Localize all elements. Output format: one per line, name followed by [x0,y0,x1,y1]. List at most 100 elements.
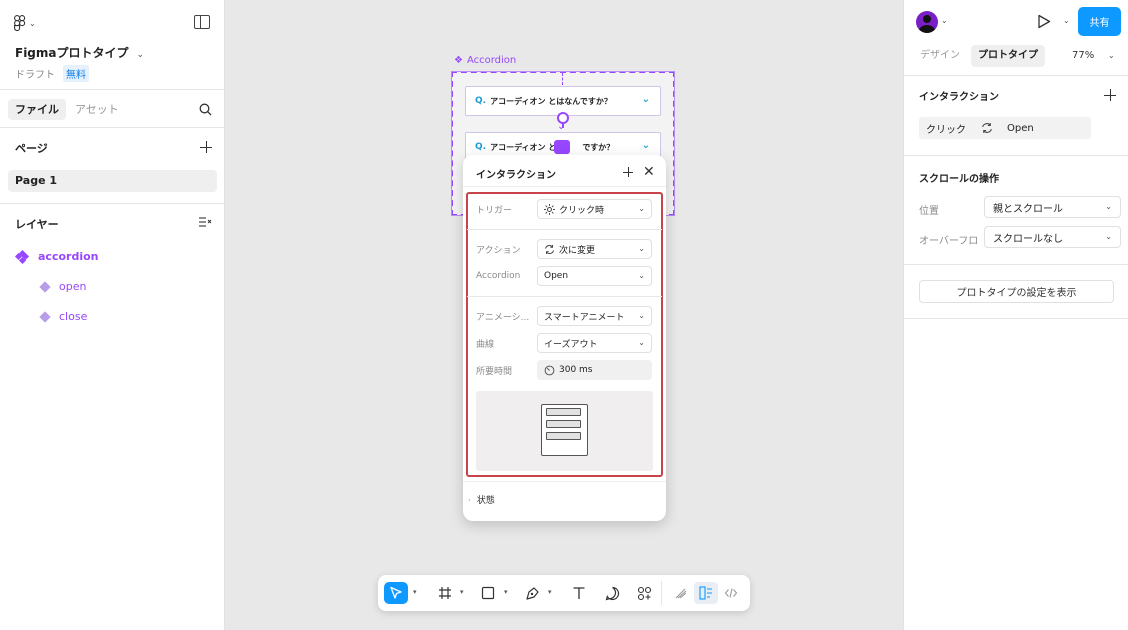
add-page-icon[interactable] [200,141,212,153]
sidebar-toggle-icon[interactable] [194,15,210,29]
animation-label: アニメーシ... [476,312,530,323]
tab-file[interactable]: ファイル [8,99,66,120]
pen-tool[interactable] [520,582,544,604]
connection-arrow-icon: ⌄ [557,121,566,132]
chevron-down-icon: ⌄ [638,338,645,347]
chevron-down-icon[interactable]: ⌄ [1063,16,1070,25]
chevron-down-icon[interactable]: ▾ [504,588,508,596]
tab-prototype[interactable]: プロトタイプ [971,45,1045,67]
overflow-value: スクロールなし [993,233,1063,245]
interaction-badge-icon[interactable] [554,140,570,154]
chevron-down-icon[interactable]: ⌄ [1108,51,1115,60]
add-interaction-icon[interactable] [1104,89,1116,101]
component-variant-icon [39,310,51,323]
curve-select[interactable]: イーズアウト ⌄ [537,333,652,353]
design-mode-toggle[interactable] [694,582,718,604]
frame-tool[interactable] [433,582,457,604]
interaction-item[interactable]: クリック Open [919,117,1091,139]
animation-preview [476,391,653,471]
tab-assets[interactable]: アセット [68,99,126,120]
position-value: 親とスクロール [993,203,1063,215]
layer-accordion[interactable]: accordion [14,249,98,264]
popup-title: インタラクション [476,170,556,181]
layer-label: open [59,280,87,293]
share-button[interactable]: 共有 [1078,7,1121,36]
variant-label: Accordion [476,271,521,281]
move-tool[interactable] [384,582,408,604]
left-panel: ⌄ Figmaプロトタイプ ⌄ ドラフト 無料 ファイル アセット ページ Pag… [0,0,225,630]
interaction-popup: インタラクション ✕ トリガー クリック時 ⌄ アクション 次に変更 ⌄ Acc… [463,155,666,521]
cursor-icon [390,586,402,599]
change-to-icon [545,244,554,254]
present-icon[interactable] [1037,14,1051,29]
trigger-value: クリック時 [559,205,605,216]
figma-logo-icon [14,14,26,31]
shape-tool[interactable] [476,582,500,604]
position-select[interactable]: 親とスクロール ⌄ [984,196,1121,218]
comment-tool[interactable] [600,582,624,604]
divider [467,229,662,230]
layers-title: レイヤー [15,218,59,231]
dev-mode-toggle[interactable] [720,582,742,604]
spacing-guide [562,73,563,85]
divider [904,155,1128,156]
chevron-down-icon[interactable]: ▾ [413,588,417,596]
chevron-down-icon: ⌄ [29,18,36,28]
chevron-down-icon[interactable]: ▾ [548,588,552,596]
click-icon [544,203,555,215]
variant-select[interactable]: Open ⌄ [537,266,652,286]
state-row[interactable]: › 状態 [468,493,495,507]
panel-tabs: ファイル アセット [0,90,224,128]
interaction-section-title: インタラクション [919,92,999,103]
collapse-layers-icon[interactable] [199,217,212,228]
zoom-level[interactable]: 77% [1072,50,1094,61]
frame-label-text: Accordion [466,55,517,66]
pages-title: ページ [15,142,48,155]
close-icon[interactable]: ✕ [643,164,655,180]
figma-menu[interactable]: ⌄ [14,14,42,32]
pen-icon [525,586,539,600]
plan-badge[interactable]: 無料 [63,65,89,82]
animation-select[interactable]: スマートアニメート ⌄ [537,306,652,326]
layers-section: レイヤー accordion open close [0,204,224,404]
draft-row: ドラフト 無料 [15,65,89,82]
trigger-select[interactable]: クリック時 ⌄ [537,199,652,219]
component-set-icon [14,249,30,264]
file-header: ⌄ Figmaプロトタイプ ⌄ ドラフト 無料 [0,0,224,90]
layer-open[interactable]: open [39,280,87,293]
tab-design[interactable]: デザイン [913,45,967,67]
chevron-down-icon: ⌄ [641,140,650,151]
overflow-select[interactable]: スクロールなし ⌄ [984,226,1121,248]
chevron-down-icon[interactable]: ⌄ [941,16,948,25]
search-icon[interactable] [199,103,212,116]
actions-tool[interactable] [632,582,656,604]
layer-label: close [59,310,88,323]
file-title[interactable]: Figmaプロトタイプ ⌄ [15,44,144,61]
component-set-icon: ❖ [454,55,463,66]
comment-icon [605,586,619,600]
interaction-trigger: クリック [926,124,966,136]
frame-icon [439,587,451,599]
canvas[interactable]: ❖ Accordion Q. アコーディオン とはなんですか？ ⌄ Q. アコー… [225,0,903,630]
text-tool[interactable] [567,582,591,604]
animation-value: スマートアニメート [544,312,625,323]
frame-label[interactable]: ❖ Accordion [454,55,516,66]
page-item[interactable]: Page 1 [8,170,217,192]
duration-input[interactable]: 300 ms [537,360,652,380]
chevron-down-icon[interactable]: ▾ [460,588,464,596]
position-label: 位置 [919,206,939,217]
rectangle-icon [481,586,495,600]
prototype-settings-button[interactable]: プロトタイプの設定を表示 [919,280,1114,303]
accordion-item-label: アコーディオン とはなんですか？ [490,96,612,106]
add-interaction-icon[interactable] [623,167,633,177]
curve-value: イーズアウト [544,339,598,350]
action-select[interactable]: 次に変更 ⌄ [537,239,652,259]
pages-section: ページ Page 1 [0,128,224,204]
layer-close[interactable]: close [39,310,88,323]
timer-icon [544,365,555,375]
draw-mode-toggle[interactable] [670,582,692,604]
right-panel: ⌄ ⌄ 共有 デザイン プロトタイプ 77% ⌄ インタラクション クリック O… [903,0,1128,630]
duration-value: 300 ms [559,365,593,375]
draw-icon [675,588,687,599]
avatar[interactable] [916,11,938,33]
